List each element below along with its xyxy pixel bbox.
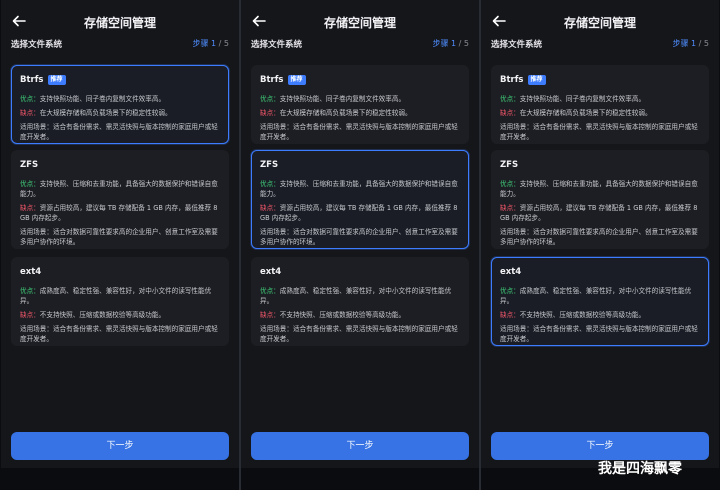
use-line: 适用场景：适合对数据可靠性要求高的企业用户、创意工作室及需要多用户协作的环境。 bbox=[500, 228, 698, 246]
section-title: 选择文件系统 bbox=[11, 40, 63, 50]
step-indicator: 步骤 1 / 5 bbox=[432, 39, 469, 48]
subheader: 选择文件系统 步骤 1 / 5 bbox=[11, 38, 229, 52]
cons-line: 缺点：资源占用较高，建议每 TB 存储配备 1 GB 内存，最低推荐 8 GB … bbox=[500, 204, 698, 222]
fs-card-zfs[interactable]: ZFS 优点：支持快照、压缩和去重功能，具备强大的数据保护和错误自愈能力。 缺点… bbox=[11, 150, 229, 249]
use-line: 适用场景：适合有备份需求、需灵活快照与版本控制的家庭用户或轻度开发者。 bbox=[20, 325, 218, 343]
subheader: 选择文件系统 步骤 1 / 5 bbox=[491, 38, 709, 52]
pros-line: 优点：支持快照、压缩和去重功能，具备强大的数据保护和错误自愈能力。 bbox=[260, 180, 458, 198]
use-line: 适用场景：适合有备份需求、需灵活快照与版本控制的家庭用户或轻度开发者。 bbox=[260, 325, 458, 343]
use-line: 适用场景：适合有备份需求、需灵活快照与版本控制的家庭用户或轻度开发者。 bbox=[260, 123, 458, 141]
fs-card-ext4[interactable]: ext4 优点：成熟度高、稳定性强、兼容性好，对中小文件的读写性能优异。 缺点：… bbox=[251, 257, 469, 346]
next-button[interactable]: 下一步 bbox=[491, 432, 709, 460]
screen-ext4-selected: 存储空间管理 选择文件系统 步骤 1 / 5 Btrfs 推荐 优点：支持快照功能… bbox=[481, 0, 719, 468]
cons-line: 缺点：不支持快照、压缩或数据校验等高级功能。 bbox=[500, 311, 646, 319]
watermark-text: 我是四海飘零 bbox=[598, 461, 682, 477]
card-title: ext4 bbox=[20, 267, 42, 277]
card-title: Btrfs bbox=[260, 75, 284, 85]
fs-card-zfs[interactable]: ZFS 优点：支持快照、压缩和去重功能，具备强大的数据保护和错误自愈能力。 缺点… bbox=[251, 150, 469, 249]
app-header: 存储空间管理 bbox=[241, 10, 479, 34]
fs-card-ext4[interactable]: ext4 优点：成熟度高、稳定性强、兼容性好，对中小文件的读写性能优异。 缺点：… bbox=[11, 257, 229, 346]
section-title: 选择文件系统 bbox=[251, 40, 303, 50]
cons-line: 缺点：在大规模存储和高负载场景下的稳定性较弱。 bbox=[500, 109, 652, 117]
card-title: ZFS bbox=[260, 160, 279, 170]
pros-line: 优点：成熟度高、稳定性强、兼容性好，对中小文件的读写性能优异。 bbox=[500, 287, 692, 305]
pros-line: 优点：成熟度高、稳定性强、兼容性好，对中小文件的读写性能优异。 bbox=[20, 287, 212, 305]
fs-card-btrfs[interactable]: Btrfs 推荐 优点：支持快照功能、同子卷内复制文件效率高。 缺点：在大规模存储… bbox=[491, 65, 709, 144]
page-title: 存储空间管理 bbox=[563, 16, 636, 30]
pros-line: 优点：成熟度高、稳定性强、兼容性好，对中小文件的读写性能优异。 bbox=[260, 287, 452, 305]
card-title: ZFS bbox=[20, 160, 39, 170]
card-title: ext4 bbox=[500, 267, 522, 277]
screens: 存储空间管理 选择文件系统 步骤 1 / 5 Btrfs 推荐 优点：支持快照功能… bbox=[0, 0, 720, 490]
page-title: 存储空间管理 bbox=[323, 16, 396, 30]
pros-line: 优点：支持快照功能、同子卷内复制文件效率高。 bbox=[260, 95, 406, 103]
fs-card-btrfs[interactable]: Btrfs 推荐 优点：支持快照功能、同子卷内复制文件效率高。 缺点：在大规模存储… bbox=[251, 65, 469, 144]
pros-line: 优点：支持快照、压缩和去重功能，具备强大的数据保护和错误自愈能力。 bbox=[500, 180, 698, 198]
use-line: 适用场景：适合对数据可靠性要求高的企业用户、创意工作室及需要多用户协作的环境。 bbox=[260, 228, 458, 246]
cons-line: 缺点：在大规模存储和高负载场景下的稳定性较弱。 bbox=[20, 109, 172, 117]
page-title: 存储空间管理 bbox=[83, 16, 156, 30]
next-button[interactable]: 下一步 bbox=[11, 432, 229, 460]
card-title: Btrfs bbox=[20, 75, 44, 85]
step-indicator: 步骤 1 / 5 bbox=[192, 39, 229, 48]
fs-card-zfs[interactable]: ZFS 优点：支持快照、压缩和去重功能，具备强大的数据保护和错误自愈能力。 缺点… bbox=[491, 150, 709, 249]
use-line: 适用场景：适合有备份需求、需灵活快照与版本控制的家庭用户或轻度开发者。 bbox=[20, 123, 218, 141]
subheader: 选择文件系统 步骤 1 / 5 bbox=[251, 38, 469, 52]
next-button[interactable]: 下一步 bbox=[251, 432, 469, 460]
section-title: 选择文件系统 bbox=[491, 40, 543, 50]
cons-line: 缺点：资源占用较高，建议每 TB 存储配备 1 GB 内存，最低推荐 8 GB … bbox=[260, 204, 458, 222]
use-line: 适用场景：适合对数据可靠性要求高的企业用户、创意工作室及需要多用户协作的环境。 bbox=[20, 228, 218, 246]
cons-line: 缺点：不支持快照、压缩或数据校验等高级功能。 bbox=[260, 311, 406, 319]
fs-card-btrfs[interactable]: Btrfs 推荐 优点：支持快照功能、同子卷内复制文件效率高。 缺点：在大规模存储… bbox=[11, 65, 229, 144]
card-title: ext4 bbox=[260, 267, 282, 277]
app-header: 存储空间管理 bbox=[1, 10, 239, 34]
app-header: 存储空间管理 bbox=[481, 10, 719, 34]
screen-zfs-selected: 存储空间管理 选择文件系统 步骤 1 / 5 Btrfs 推荐 优点：支持快照功能… bbox=[241, 0, 479, 468]
card-title: ZFS bbox=[500, 160, 519, 170]
recommended-badge: 推荐 bbox=[287, 75, 306, 85]
recommended-badge: 推荐 bbox=[527, 75, 546, 85]
fs-card-ext4[interactable]: ext4 优点：成熟度高、稳定性强、兼容性好，对中小文件的读写性能优异。 缺点：… bbox=[491, 257, 709, 346]
step-indicator: 步骤 1 / 5 bbox=[672, 39, 709, 48]
use-line: 适用场景：适合有备份需求、需灵活快照与版本控制的家庭用户或轻度开发者。 bbox=[500, 123, 698, 141]
screen-btrfs-selected: 存储空间管理 选择文件系统 步骤 1 / 5 Btrfs 推荐 优点：支持快照功能… bbox=[1, 0, 239, 468]
cons-line: 缺点：资源占用较高，建议每 TB 存储配备 1 GB 内存，最低推荐 8 GB … bbox=[20, 204, 218, 222]
use-line: 适用场景：适合有备份需求、需灵活快照与版本控制的家庭用户或轻度开发者。 bbox=[500, 325, 698, 343]
card-title: Btrfs bbox=[500, 75, 524, 85]
pros-line: 优点：支持快照、压缩和去重功能，具备强大的数据保护和错误自愈能力。 bbox=[20, 180, 218, 198]
pros-line: 优点：支持快照功能、同子卷内复制文件效率高。 bbox=[500, 95, 646, 103]
cons-line: 缺点：在大规模存储和高负载场景下的稳定性较弱。 bbox=[260, 109, 412, 117]
cons-line: 缺点：不支持快照、压缩或数据校验等高级功能。 bbox=[20, 311, 166, 319]
recommended-badge: 推荐 bbox=[47, 75, 66, 85]
pros-line: 优点：支持快照功能、同子卷内复制文件效率高。 bbox=[20, 95, 166, 103]
